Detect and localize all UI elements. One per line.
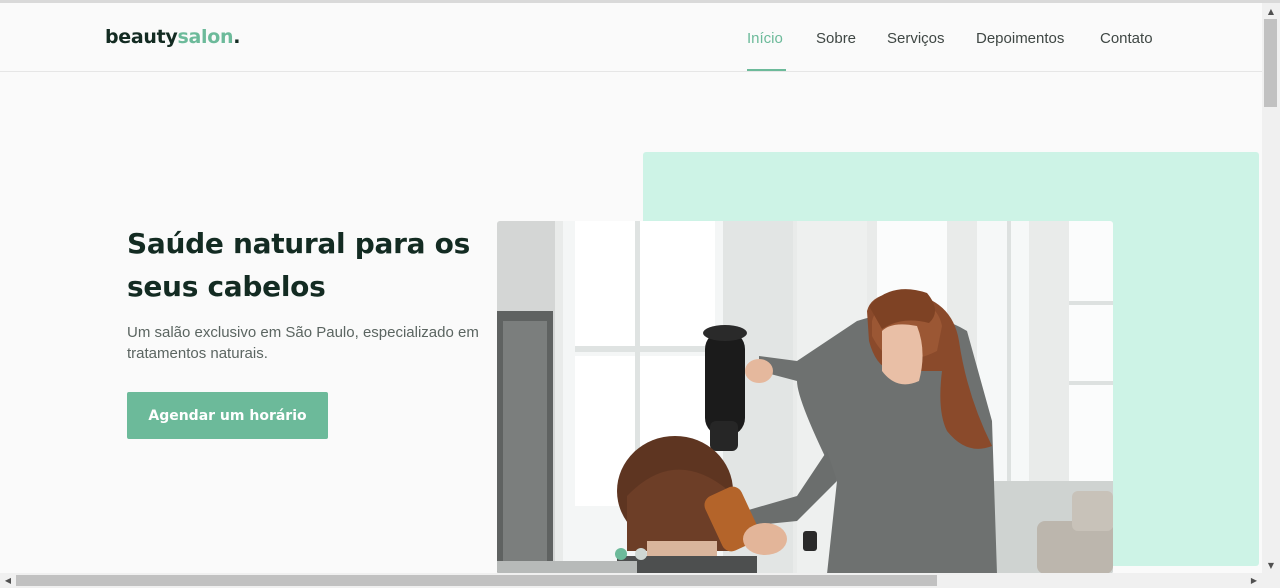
hero-image <box>497 221 1113 574</box>
carousel-dot-active[interactable] <box>615 548 627 560</box>
scrollbar-corner <box>1262 573 1280 588</box>
nav-contato[interactable]: Contato <box>1100 30 1153 47</box>
logo-text-accent: salon <box>177 26 234 48</box>
logo-text-main: beauty <box>105 26 178 48</box>
nav-depoimentos[interactable]: Depoimentos <box>976 30 1064 47</box>
scroll-down-arrow-icon[interactable]: ▼ <box>1262 559 1280 573</box>
nav-sobre[interactable]: Sobre <box>816 30 856 47</box>
nav-servicos[interactable]: Serviços <box>887 30 945 47</box>
vertical-scrollbar[interactable]: ▲ ▼ <box>1262 3 1280 573</box>
scroll-right-arrow-icon[interactable]: ▶ <box>1247 573 1261 588</box>
horizontal-scrollbar[interactable]: ◀ ▶ <box>0 573 1262 588</box>
hero-subtitle: Um salão exclusivo em São Paulo, especia… <box>127 324 479 362</box>
logo-dot: . <box>233 26 241 48</box>
nav-active-indicator <box>747 69 786 71</box>
horizontal-scroll-thumb[interactable] <box>16 575 937 586</box>
hero-title: Saúde natural para os seus cabelos <box>127 227 470 303</box>
site-header: beautysalon. Início Sobre Serviços Depoi… <box>0 3 1262 72</box>
scroll-up-arrow-icon[interactable]: ▲ <box>1262 5 1280 19</box>
carousel-dot[interactable] <box>635 548 647 560</box>
salon-photo-illustration <box>497 221 1113 574</box>
vertical-scroll-thumb[interactable] <box>1264 19 1277 107</box>
brand-logo[interactable]: beautysalon. <box>105 26 240 48</box>
scroll-left-arrow-icon[interactable]: ◀ <box>1 573 15 588</box>
nav-inicio[interactable]: Início <box>747 30 783 47</box>
schedule-button[interactable]: Agendar um horário <box>127 392 328 439</box>
